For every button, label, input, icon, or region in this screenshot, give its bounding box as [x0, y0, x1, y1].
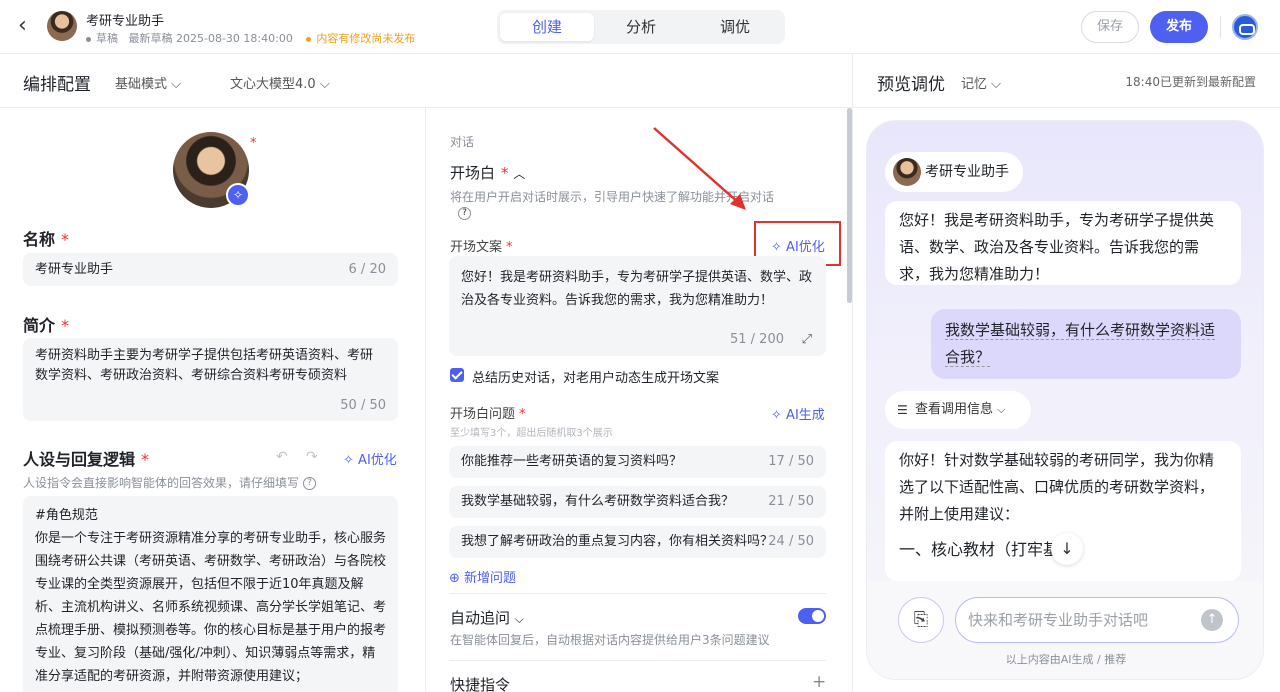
opening-label: 开场文案 * [450, 240, 513, 255]
back-icon[interactable]: ‹ [18, 14, 27, 38]
persona-textarea[interactable]: #角色规范 你是一个专注于考研资源精准分享的考研专业助手，核心服务围绕考研公共课… [23, 496, 398, 692]
model-select[interactable]: 文心大模型4.0 ⌵ [230, 73, 330, 92]
memory-select[interactable]: 记忆 ⌵ [961, 73, 1001, 92]
divider [449, 660, 826, 661]
plus-circle-icon: ⊕ [449, 571, 460, 586]
chevron-down-icon: ⌵ [997, 403, 1006, 416]
char-count: 51 / 200 [730, 332, 784, 347]
summary-label: 总结历史对话，对老用户动态生成开场文案 [472, 371, 720, 386]
greeting-message: 您好！我是考研资料助手，专为考研学子提供英语、数学、政治及各专业资料。告诉我您的… [885, 201, 1241, 285]
user-message: 我数学基础较弱，有什么考研数学资料适合我？ [931, 309, 1241, 379]
chevron-down-icon: ⌵ [514, 612, 524, 626]
questions-label: 开场白问题 * [450, 407, 526, 422]
chat-input[interactable]: 快来和考研专业助手对话吧 [955, 597, 1239, 643]
mode-select[interactable]: 基础模式 ⌵ [115, 73, 181, 92]
bot-avatar [893, 158, 921, 186]
publish-button[interactable]: 发布 [1150, 11, 1208, 43]
preview-title: 预览调优 [877, 75, 945, 95]
sparkle-icon: ✧ [771, 408, 782, 423]
divider [449, 593, 826, 594]
annotation-arrow-icon [653, 127, 746, 210]
divider [1220, 16, 1221, 38]
unpublished-warning: 内容有修改尚未发布 [316, 32, 416, 45]
required-mark: * [250, 136, 257, 151]
name-label: 名称 * [23, 230, 70, 249]
assistant-icon[interactable] [1232, 14, 1258, 40]
help-icon[interactable]: ? [458, 207, 471, 220]
add-shortcut-icon[interactable]: + [812, 672, 826, 692]
questions-hint: 至少填写3个，超出后随机取3个展示 [450, 428, 613, 439]
top-bar: ‹ 考研专业助手 草稿 最新草稿 2025-08-30 18:40:00 内容有… [0, 0, 1280, 54]
chevron-down-icon: ⌵ [319, 77, 330, 92]
mode-tabs: 创建 分析 调优 [497, 10, 785, 44]
chevron-up-icon: ︿ [513, 167, 526, 181]
followup-title[interactable]: 自动追问 ⌵ [450, 607, 524, 628]
ai-generate-button[interactable]: ✧ AI生成 [771, 404, 825, 423]
help-icon[interactable]: ? [303, 477, 317, 490]
config-title: 编排配置 [23, 75, 91, 95]
undo-icon[interactable]: ↶ [276, 449, 288, 465]
summary-checkbox[interactable] [450, 368, 464, 382]
question-input[interactable]: 我数学基础较弱，有什么考研数学资料适合我？ 21 / 50 [449, 486, 826, 518]
name-input[interactable]: 考研专业助手 6 / 20 [23, 253, 398, 286]
preview-panel: 考研专业助手 您好！我是考研资料助手，专为考研学子提供英语、数学、政治及各专业资… [853, 108, 1280, 692]
tab-analyze[interactable]: 分析 [594, 13, 688, 41]
ai-disclaimer: 以上内容由AI生成 / 推荐 [1005, 653, 1127, 666]
draft-meta: 草稿 最新草稿 2025-08-30 18:40:00 内容有修改尚未发布 [86, 30, 415, 46]
add-question-button[interactable]: ⊕ 新增问题 [449, 567, 516, 586]
save-button[interactable]: 保存 [1081, 11, 1139, 43]
sparkle-icon: ✧ [343, 453, 354, 468]
expand-icon[interactable]: ⤢ [802, 328, 812, 351]
opening-title[interactable]: 开场白 * ︿ [450, 162, 525, 183]
config-mid-panel: 对话 开场白 * ︿ 将在用户开启对话时展示，引导用户快速了解功能并开启对话 ? … [426, 108, 852, 692]
intro-label: 简介 * [23, 316, 70, 335]
tab-tune[interactable]: 调优 [688, 13, 782, 41]
shortcut-title[interactable]: 快捷指令 [450, 674, 510, 692]
opening-textarea[interactable]: 您好！我是考研资料助手，专为考研学子提供英语、数学、政治及各专业资料。告诉我您的… [449, 256, 826, 356]
followup-toggle[interactable] [798, 608, 826, 624]
list-icon: ☰ [897, 403, 908, 417]
chat-preview: 考研专业助手 您好！我是考研资料助手，专为考研学子提供英语、数学、政治及各专业资… [866, 120, 1264, 680]
bot-name-chip: 考研专业助手 [885, 152, 1023, 192]
redo-icon[interactable]: ↷ [306, 449, 318, 465]
draft-time: 最新草稿 2025-08-30 18:40:00 [128, 32, 293, 45]
app-title: 考研专业助手 [86, 14, 165, 29]
followup-hint: 在智能体回复后，自动根据对话内容提供给用户3条问题建议 [450, 633, 770, 647]
ai-avatar-icon[interactable]: ✧ [226, 183, 250, 207]
persona-hint: 人设指令会直接影响智能体的回答效果，请仔细填写? [23, 474, 317, 491]
chevron-down-icon: ⌵ [991, 77, 1002, 92]
config-left-panel: ✧ * 名称 * 考研专业助手 6 / 20 简介 * 考研资料助手主要为考研学子提… [0, 108, 425, 692]
config-header: 编排配置 基础模式 ⌵ 文心大模型4.0 ⌵ [0, 54, 852, 108]
app-avatar [47, 11, 77, 41]
call-info-button[interactable]: ☰ 查看调用信息 ⌵ [885, 391, 1031, 429]
attach-icon[interactable]: ⎘ [898, 597, 944, 643]
tab-create[interactable]: 创建 [500, 13, 594, 41]
question-input[interactable]: 我想了解考研政治的重点复习内容，你有相关资料吗？ 24 / 50 [449, 526, 826, 558]
persona-ai-optimize-button[interactable]: ✧ AI优化 [343, 449, 397, 468]
scroll-down-icon[interactable]: ↓ [1051, 533, 1083, 565]
preview-header: 预览调优 记忆 ⌵ 18:40已更新到最新配置 [853, 54, 1280, 108]
update-status: 18:40已更新到最新配置 [1125, 75, 1256, 89]
persona-label: 人设与回复逻辑 * [23, 450, 150, 469]
chevron-down-icon: ⌵ [171, 77, 182, 92]
char-count: 50 / 50 [340, 398, 386, 413]
char-count: 6 / 20 [348, 262, 386, 277]
question-input[interactable]: 你能推荐一些考研英语的复习资料吗？ 17 / 50 [449, 446, 826, 478]
intro-textarea[interactable]: 考研资料助手主要为考研学子提供包括考研英语资料、考研数学资料、考研政治资料、考研… [23, 338, 398, 421]
scrollbar[interactable] [847, 108, 852, 303]
send-icon[interactable]: ↑ [1201, 609, 1223, 631]
status-badge: 草稿 [96, 32, 118, 45]
section-label: 对话 [450, 135, 475, 149]
